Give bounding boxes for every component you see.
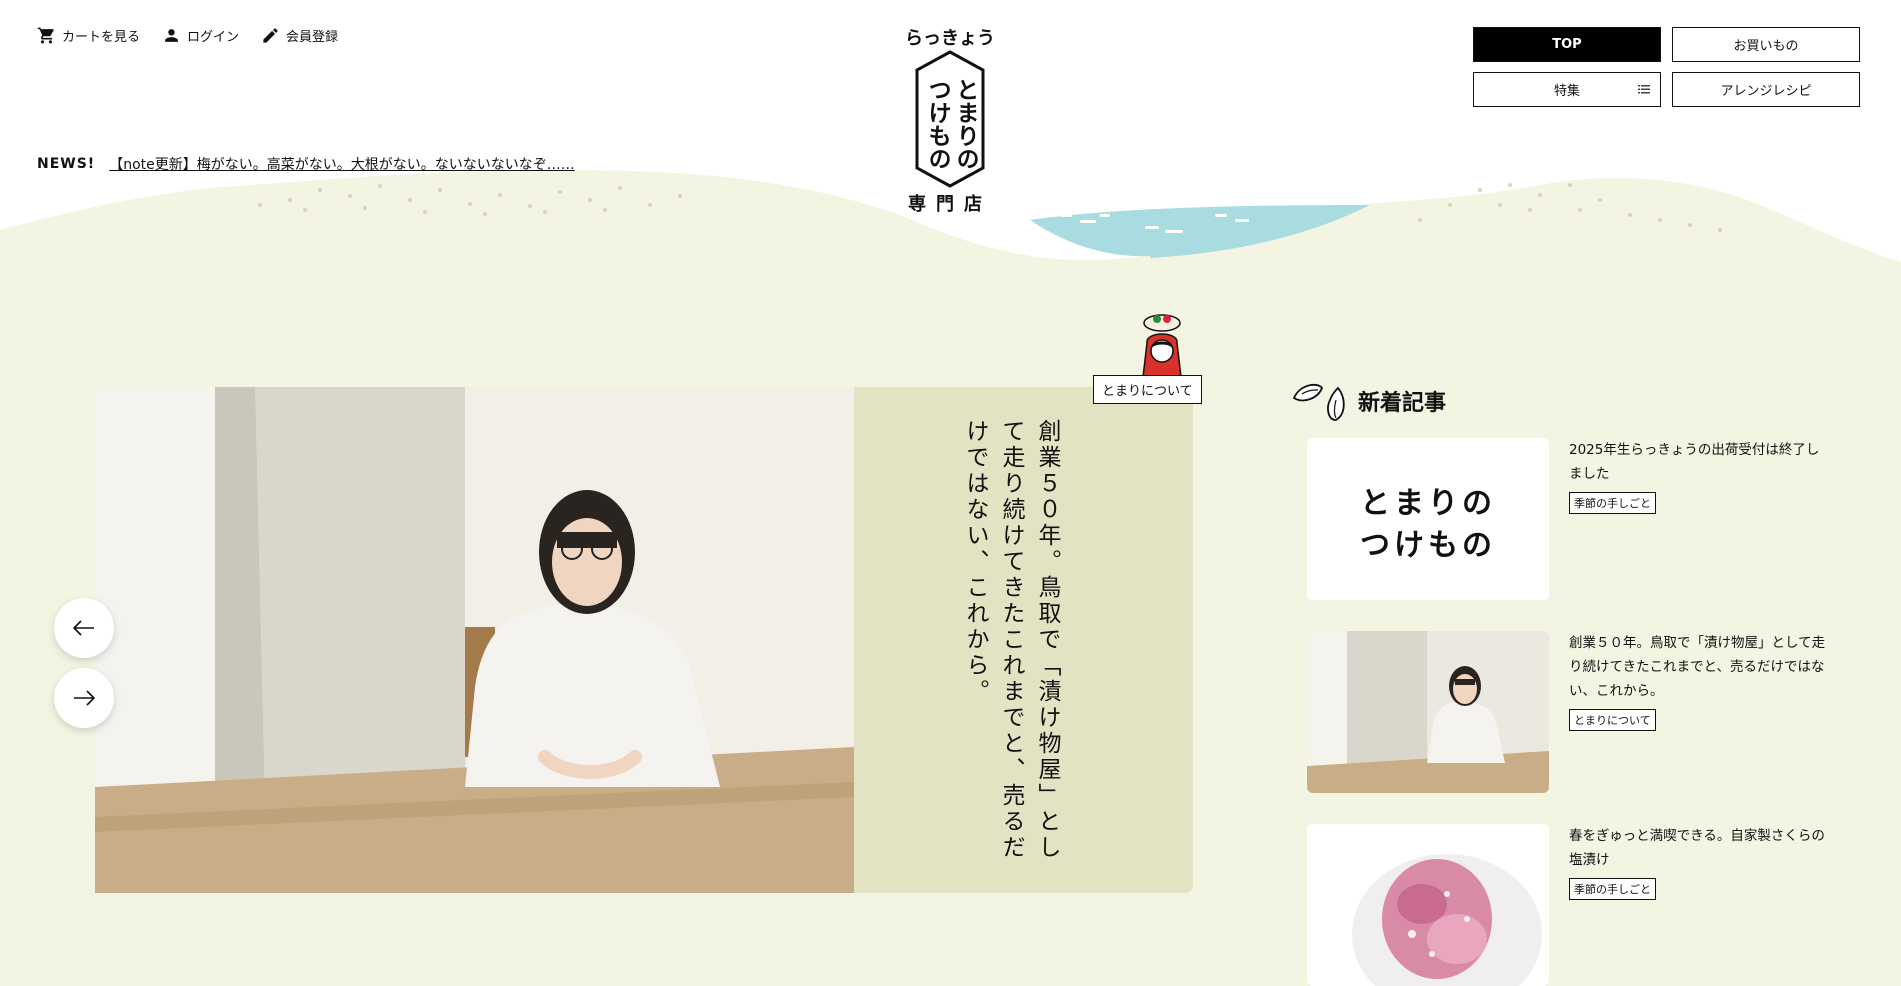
- pencil-icon: [263, 28, 278, 43]
- site-logo[interactable]: らっきょう とまりの つけもの 専門店: [895, 18, 1005, 218]
- nav-top-button[interactable]: TOP: [1473, 27, 1661, 62]
- register-label: 会員登録: [286, 30, 339, 45]
- hero-text-panel: 創業５０年。鳥取で「漬け物屋」として走り続けてきたこれまでと、売るだけではない、…: [854, 387, 1193, 893]
- article-card[interactable]: 春をぎゅっと満喫できる。自家製さくらの塩漬け 季節の手しごと: [1307, 824, 1827, 986]
- cart-label: カートを見る: [62, 30, 141, 45]
- article-title[interactable]: 2025年生らっきょうの出荷受付は終了しました: [1569, 438, 1827, 486]
- prev-slide-button[interactable]: [54, 598, 114, 658]
- article-card[interactable]: 創業５０年。鳥取で「漬け物屋」として走り続けてきたこれまでと、売るだけではない、…: [1307, 631, 1827, 793]
- hero-photo: [95, 387, 854, 893]
- latest-title: 新着記事: [1358, 391, 1447, 416]
- news-bar: NEWS! 【note更新】梅がない。高菜がない。大根がない。ないないないなぞ……: [37, 154, 575, 174]
- article-info: 創業５０年。鳥取で「漬け物屋」として走り続けてきたこれまでと、売るだけではない、…: [1569, 631, 1827, 793]
- login-label: ログイン: [187, 30, 240, 45]
- article-title[interactable]: 春をぎゅっと満喫できる。自家製さくらの塩漬け: [1569, 824, 1827, 872]
- register-link[interactable]: 会員登録: [261, 26, 338, 45]
- utility-nav: カートを見る ログイン 会員登録: [37, 26, 338, 45]
- latest-articles-heading: 新着記事: [1290, 378, 1446, 424]
- nav-features-label: 特集: [1553, 84, 1580, 99]
- article-thumb[interactable]: [1307, 824, 1549, 986]
- article-card[interactable]: とまりの つけもの 2025年生らっきょうの出荷受付は終了しました 季節の手しご…: [1307, 438, 1827, 600]
- article-title[interactable]: 創業５０年。鳥取で「漬け物屋」として走り続けてきたこれまでと、売るだけではない、…: [1569, 631, 1827, 703]
- article-tag[interactable]: 季節の手しごと: [1569, 878, 1656, 900]
- about-tag-button[interactable]: とまりについて: [1093, 375, 1202, 404]
- news-label: NEWS!: [37, 156, 96, 172]
- article-info: 春をぎゅっと満喫できる。自家製さくらの塩漬け 季節の手しごと: [1569, 824, 1827, 986]
- main-nav: TOP お買いもの 特集 アレンジレシピ: [1473, 27, 1860, 107]
- logo-bottom-text: 専門店: [908, 193, 992, 215]
- article-tag[interactable]: とまりについて: [1569, 709, 1656, 731]
- article-tag[interactable]: 季節の手しごと: [1569, 492, 1656, 514]
- article-thumb-photo: [1307, 631, 1549, 793]
- cart-icon: [37, 27, 54, 44]
- article-thumb-photo: [1307, 824, 1549, 986]
- logo-graphic: らっきょう とまりの つけもの 専門店: [905, 28, 995, 215]
- hero-slide[interactable]: 創業５０年。鳥取で「漬け物屋」として走り続けてきたこれまでと、売るだけではない、…: [95, 387, 1193, 893]
- article-info: 2025年生らっきょうの出荷受付は終了しました 季節の手しごと: [1569, 438, 1827, 600]
- cart-link[interactable]: カートを見る: [37, 26, 140, 45]
- article-thumb[interactable]: [1307, 631, 1549, 793]
- logo-top-text: らっきょう: [905, 28, 995, 49]
- logo-main-line2: つけもの: [924, 78, 951, 170]
- article-thumb-logo: とまりの つけもの: [1307, 438, 1549, 600]
- nav-features-button[interactable]: 特集: [1473, 72, 1661, 107]
- person-icon: [165, 29, 178, 42]
- hero-headline[interactable]: 創業５０年。鳥取で「漬け物屋」として走り続けてきたこれまでと、売るだけではない、…: [957, 419, 1065, 869]
- svg-text:とまりの: とまりの: [1360, 486, 1496, 521]
- mascot-icon: [1142, 314, 1182, 377]
- article-thumb[interactable]: とまりの つけもの: [1307, 438, 1549, 600]
- nav-shop-button[interactable]: お買いもの: [1672, 27, 1860, 62]
- login-link[interactable]: ログイン: [162, 26, 239, 45]
- rakkyo-icon: [1292, 383, 1345, 421]
- logo-main-line1: とまりの: [952, 78, 979, 170]
- svg-text:つけもの: つけもの: [1360, 528, 1496, 563]
- next-slide-button[interactable]: [54, 668, 114, 728]
- nav-recipes-button[interactable]: アレンジレシピ: [1672, 72, 1860, 107]
- menu-lines-icon: [1638, 85, 1650, 94]
- arrow-right-icon: [74, 690, 95, 706]
- arrow-left-icon: [73, 620, 94, 636]
- news-headline-link[interactable]: 【note更新】梅がない。高菜がない。大根がない。ないないないなぞ……: [109, 154, 575, 174]
